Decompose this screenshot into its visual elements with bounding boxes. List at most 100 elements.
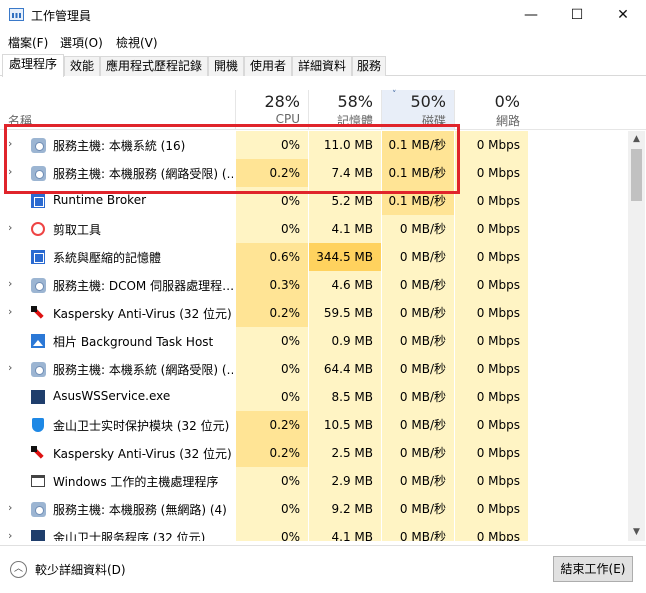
process-name: 服務主機: DCOM 伺服器處理程… [53,279,233,293]
column-header-name[interactable]: 名稱 [8,112,32,129]
table-row[interactable]: › 金山卫士服务程序 (32 位元) 0% 4.1 MB 0 MB/秒 0 Mbps [0,523,628,541]
table-row[interactable]: › Kaspersky Anti-Virus (32 位元) 0.2% 59.5 MB… [0,299,628,327]
app-square-icon [30,249,46,265]
menu-options[interactable]: 選項(O) [60,34,103,51]
expand-chevron-icon[interactable]: › [8,277,12,290]
tab-processes[interactable]: 處理程序 [2,54,64,77]
gear-icon [30,137,46,153]
cpu-value: 0.2% [236,299,308,327]
expand-chevron-icon[interactable]: › [8,221,12,234]
menu-bar: 檔案(F) 選項(O) 檢視(V) [0,30,646,52]
network-value: 0 Mbps [455,159,528,187]
tab-users[interactable]: 使用者 [244,56,292,76]
disk-value: 0 MB/秒 [382,411,454,439]
gear-icon [30,501,46,517]
close-button[interactable]: ✕ [600,0,646,30]
memory-value: 64.4 MB [309,355,381,383]
memory-value: 0.9 MB [309,327,381,355]
table-row[interactable]: › 服務主機: 本機服務 (網路受限) (… 0.2% 7.4 MB 0.1 MB/秒 0… [0,159,628,187]
kaspersky-icon [30,305,46,321]
memory-value: 344.5 MB [309,243,381,271]
table-row[interactable]: 金山卫士实时保护模块 (32 位元) 0.2% 10.5 MB 0 MB/秒 0 Mbp… [0,411,628,439]
process-name: 服務主機: 本機服務 (網路受限) (… [53,167,233,181]
expand-chevron-icon[interactable]: › [8,165,12,178]
memory-value: 2.5 MB [309,439,381,467]
expand-chevron-icon[interactable]: › [8,305,12,318]
table-row[interactable]: 相片 Background Task Host 0% 0.9 MB 0 MB/秒 0 M… [0,327,628,355]
network-value: 0 Mbps [455,327,528,355]
column-header-disk[interactable]: ˅ 50% 磁碟 [381,90,454,130]
disk-value: 0 MB/秒 [382,327,454,355]
disk-value: 0 MB/秒 [382,495,454,523]
disk-value: 0 MB/秒 [382,215,454,243]
task-manager-icon [9,8,24,21]
column-header-network[interactable]: 0% 網路 [454,90,528,130]
expand-chevron-icon[interactable]: › [8,529,12,541]
kaspersky-icon [30,445,46,461]
tab-startup[interactable]: 開機 [208,56,244,76]
scroll-up-icon[interactable]: ▲ [628,131,645,148]
table-row[interactable]: 系統與壓縮的記憶體 0.6% 344.5 MB 0 MB/秒 0 Mbps [0,243,628,271]
table-row[interactable]: › 服務主機: 本機服務 (無網路) (4) 0% 9.2 MB 0 MB/秒 0 Mbp… [0,495,628,523]
menu-view[interactable]: 檢視(V) [116,34,158,51]
fewer-details-link[interactable]: 較少詳細資料(D) [35,561,126,578]
process-name: 金山卫士实时保护模块 (32 位元) [53,419,230,433]
gear-icon [30,277,46,293]
cpu-value: 0% [236,383,308,411]
table-row[interactable]: AsusWSService.exe 0% 8.5 MB 0 MB/秒 0 Mbps [0,383,628,411]
memory-value: 11.0 MB [309,131,381,159]
cpu-value: 0% [236,355,308,383]
cpu-value: 0% [236,467,308,495]
cpu-value: 0.3% [236,271,308,299]
window-title: 工作管理員 [31,9,92,23]
memory-value: 59.5 MB [309,299,381,327]
table-row[interactable]: › 服務主機: 本機系統 (網路受限) (… 0% 64.4 MB 0 MB/秒 0 Mb… [0,355,628,383]
scroll-thumb[interactable] [631,149,642,201]
gear-icon [30,361,46,377]
tab-performance[interactable]: 效能 [64,56,100,76]
network-value: 0 Mbps [455,411,528,439]
tab-details[interactable]: 詳細資料 [292,56,352,76]
table-row[interactable]: Windows 工作的主機處理程序 0% 2.9 MB 0 MB/秒 0 Mbps [0,467,628,495]
chevron-up-circle-icon[interactable]: ︿ [10,561,27,578]
maximize-button[interactable]: ☐ [554,0,600,30]
process-name: Kaspersky Anti-Virus (32 位元) [53,307,232,321]
process-name: 服務主機: 本機系統 (網路受限) (… [53,363,233,377]
disk-value: 0 MB/秒 [382,243,454,271]
tab-services[interactable]: 服務 [352,56,386,76]
table-row[interactable]: Runtime Broker 0% 5.2 MB 0.1 MB/秒 0 Mbps [0,187,628,215]
tab-app-history[interactable]: 應用程式歷程記錄 [100,56,208,76]
vertical-scrollbar[interactable]: ▲ ▼ [628,131,645,541]
column-header-memory[interactable]: 58% 記憶體 [308,90,381,130]
table-row[interactable]: › 剪取工具 0% 4.1 MB 0 MB/秒 0 Mbps [0,215,628,243]
disk-value: 0 MB/秒 [382,355,454,383]
cpu-value: 0.2% [236,411,308,439]
shield-icon [30,417,46,433]
memory-value: 2.9 MB [309,467,381,495]
disk-value: 0.1 MB/秒 [382,159,454,187]
disk-value: 0.1 MB/秒 [382,131,454,159]
end-task-button[interactable]: 結束工作(E) [553,556,633,582]
process-name: AsusWSService.exe [53,389,171,403]
cpu-value: 0.2% [236,439,308,467]
cpu-value: 0% [236,327,308,355]
disk-value: 0 MB/秒 [382,383,454,411]
table-row[interactable]: › 服務主機: 本機系統 (16) 0% 11.0 MB 0.1 MB/秒 0 Mbps [0,131,628,159]
expand-chevron-icon[interactable]: › [8,501,12,514]
menu-file[interactable]: 檔案(F) [8,34,48,51]
memory-value: 10.5 MB [309,411,381,439]
expand-chevron-icon[interactable]: › [8,137,12,150]
column-header-cpu[interactable]: 28% CPU [235,90,308,130]
memory-value: 7.4 MB [309,159,381,187]
table-row[interactable]: › 服務主機: DCOM 伺服器處理程… 0.3% 4.6 MB 0 MB/秒 0 Mbp… [0,271,628,299]
cpu-value: 0.6% [236,243,308,271]
scroll-down-icon[interactable]: ▼ [628,524,645,541]
disk-label: 磁碟 [421,114,446,128]
app-dark-icon [30,389,46,405]
minimize-button[interactable]: — [508,0,554,30]
table-row[interactable]: Kaspersky Anti-Virus (32 位元) 0.2% 2.5 MB 0 … [0,439,628,467]
memory-value: 8.5 MB [309,383,381,411]
expand-chevron-icon[interactable]: › [8,361,12,374]
disk-value: 0 MB/秒 [382,299,454,327]
disk-total-percent: 50% [410,92,446,111]
